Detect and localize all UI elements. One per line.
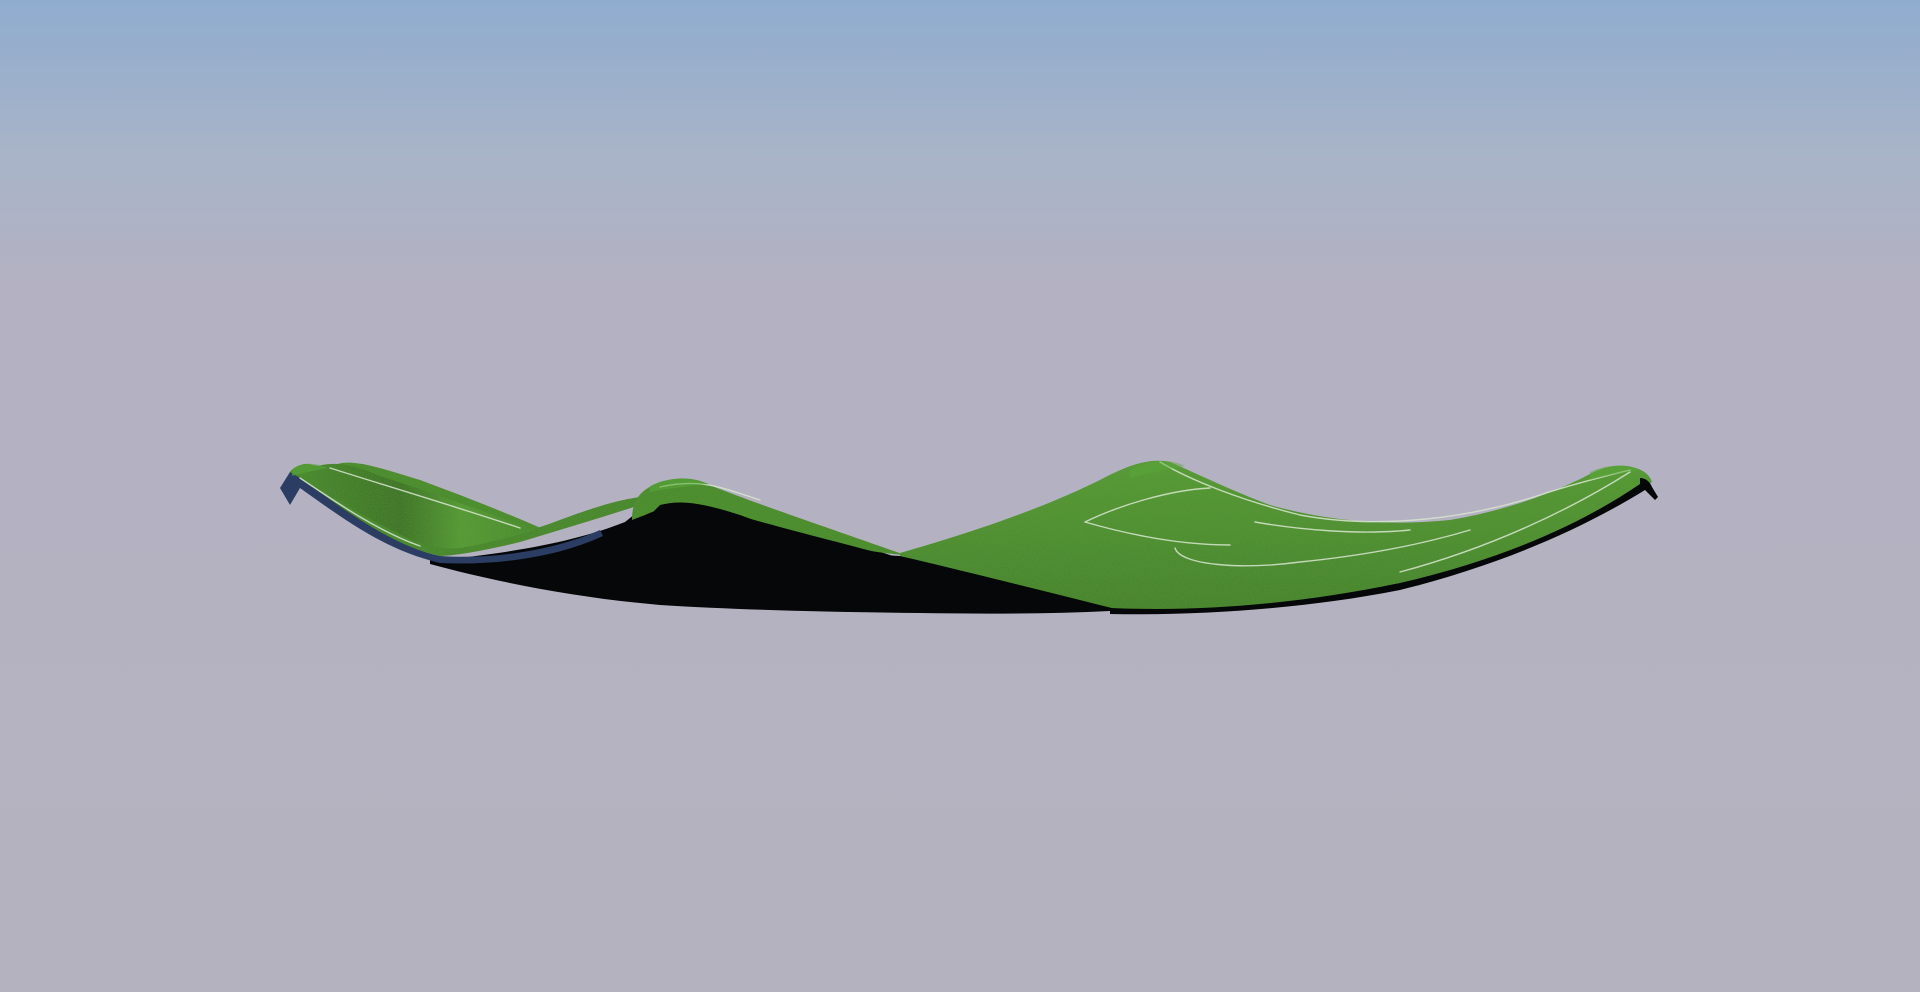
viewport-3d-scene xyxy=(0,0,1920,992)
